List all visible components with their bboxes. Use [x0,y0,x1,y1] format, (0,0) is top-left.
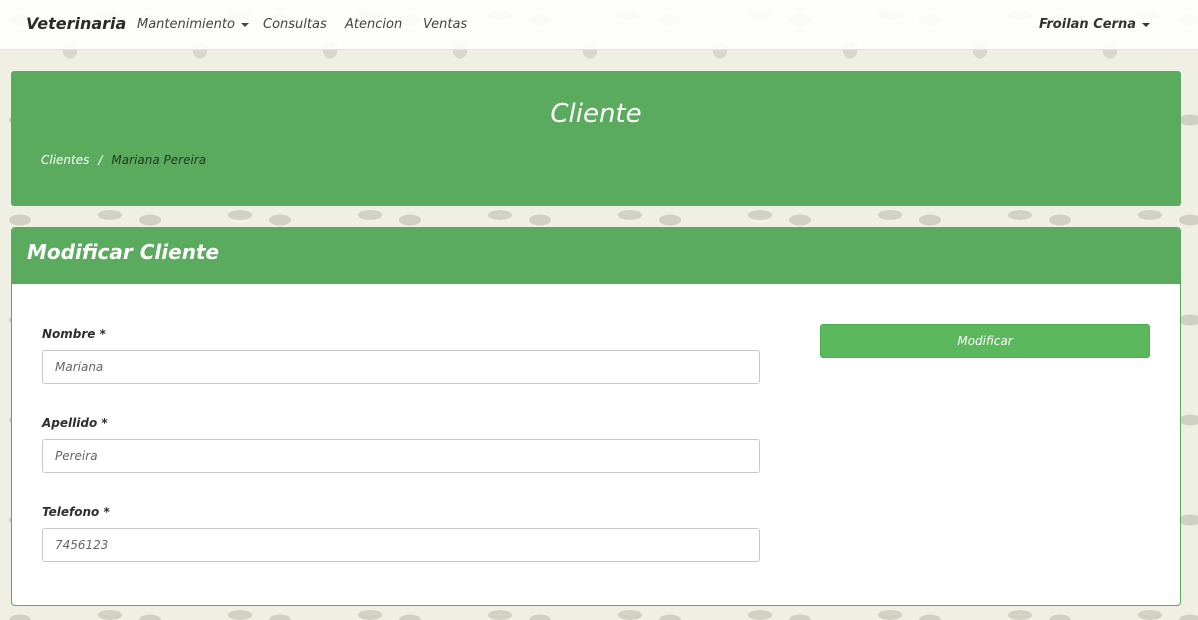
apellido-label: Apellido * [42,416,108,430]
breadcrumb: Clientes / Mariana Pereira [41,153,206,167]
page-header: Cliente Clientes / Mariana Pereira [11,71,1181,206]
user-name: Froilan Cerna [1038,17,1136,32]
breadcrumb-separator: / [98,153,103,167]
apellido-input[interactable] [42,439,760,473]
brand-link[interactable]: Veterinaria [26,14,126,33]
user-menu-dropdown[interactable]: Froilan Cerna [1039,17,1150,32]
telefono-input[interactable] [42,528,760,562]
nombre-label: Nombre * [42,327,106,341]
nav-consultas[interactable]: Consultas [263,17,327,32]
modificar-button[interactable]: Modificar [820,324,1150,358]
caret-down-icon [240,22,249,27]
panel-heading: Modificar Cliente [12,228,1180,284]
nav-ventas[interactable]: Ventas [423,17,467,32]
nav-atencion[interactable]: Atencion [345,17,402,32]
modify-client-panel: Modificar Cliente Nombre * Apellido * Te… [11,227,1181,606]
nav-mantenimiento-dropdown[interactable]: Mantenimiento [137,17,249,32]
breadcrumb-clientes-link[interactable]: Clientes [41,153,89,167]
page-title: Cliente [550,99,642,129]
nav-mantenimiento-label: Mantenimiento [137,17,235,32]
top-navbar: Veterinaria Mantenimiento Consultas Aten… [0,0,1198,50]
caret-down-icon [1142,22,1150,27]
nombre-input[interactable] [42,350,760,384]
breadcrumb-current: Mariana Pereira [111,153,207,167]
telefono-label: Telefono * [42,505,110,519]
